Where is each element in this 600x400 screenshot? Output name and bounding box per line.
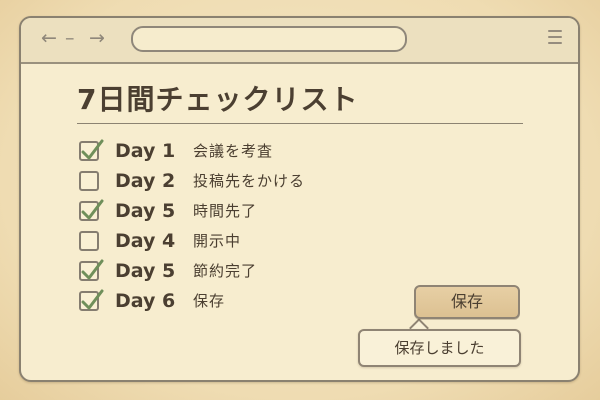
task-label: 節約完了 (193, 262, 258, 280)
task-label: 時間先了 (193, 202, 258, 220)
day-label: Day 2 (115, 170, 176, 192)
forward-arrow-icon[interactable]: → (89, 26, 105, 50)
checklist-item[interactable]: Day 1 会議を考査 (79, 138, 409, 168)
separator-dash: – (65, 27, 75, 49)
task-label: 開示中 (193, 232, 242, 250)
saved-toast: 保存しました (358, 329, 521, 367)
day-label: Day 5 (115, 260, 176, 282)
checklist-item[interactable]: Day 5 時間先了 (79, 198, 409, 228)
checklist-item[interactable]: Day 2 投稿先をかける (79, 168, 409, 198)
checkmark-icon (81, 139, 104, 160)
checkbox[interactable] (79, 231, 99, 251)
checklist: Day 1 会議を考査 Day 2 投稿先をかける Day 5 時間先了 Day 4 開示中 D… (79, 138, 409, 318)
checklist-item[interactable]: Day 4 開示中 (79, 228, 409, 258)
checkmark-icon (81, 259, 104, 280)
checkbox[interactable] (79, 259, 104, 281)
save-button[interactable]: 保存 (414, 285, 520, 319)
hamburger-menu-icon[interactable] (548, 30, 562, 44)
day-label: Day 5 (115, 200, 176, 222)
checklist-item[interactable]: Day 6 保存 (79, 288, 409, 318)
page-title: 7日間チェックリスト (77, 83, 359, 116)
title-divider (77, 123, 523, 124)
task-label: 保存 (193, 292, 226, 310)
checkmark-icon (81, 289, 104, 310)
checklist-item[interactable]: Day 5 節約完了 (79, 258, 409, 288)
task-label: 投稿先をかける (193, 172, 306, 190)
checkbox[interactable] (79, 171, 99, 191)
browser-toolbar: ← – → (21, 18, 578, 64)
checkbox[interactable] (79, 139, 104, 161)
back-arrow-icon[interactable]: ← (41, 26, 57, 50)
day-label: Day 4 (115, 230, 176, 252)
checkbox[interactable] (79, 199, 104, 221)
day-label: Day 6 (115, 290, 176, 312)
address-bar[interactable] (131, 26, 407, 52)
task-label: 会議を考査 (193, 142, 274, 160)
day-label: Day 1 (115, 140, 176, 162)
checkmark-icon (81, 199, 104, 220)
app-window: ← – → 7日間チェックリスト Day 1 会議を考査 Day 2 投稿先をかける D… (19, 16, 580, 382)
checkbox[interactable] (79, 289, 104, 311)
